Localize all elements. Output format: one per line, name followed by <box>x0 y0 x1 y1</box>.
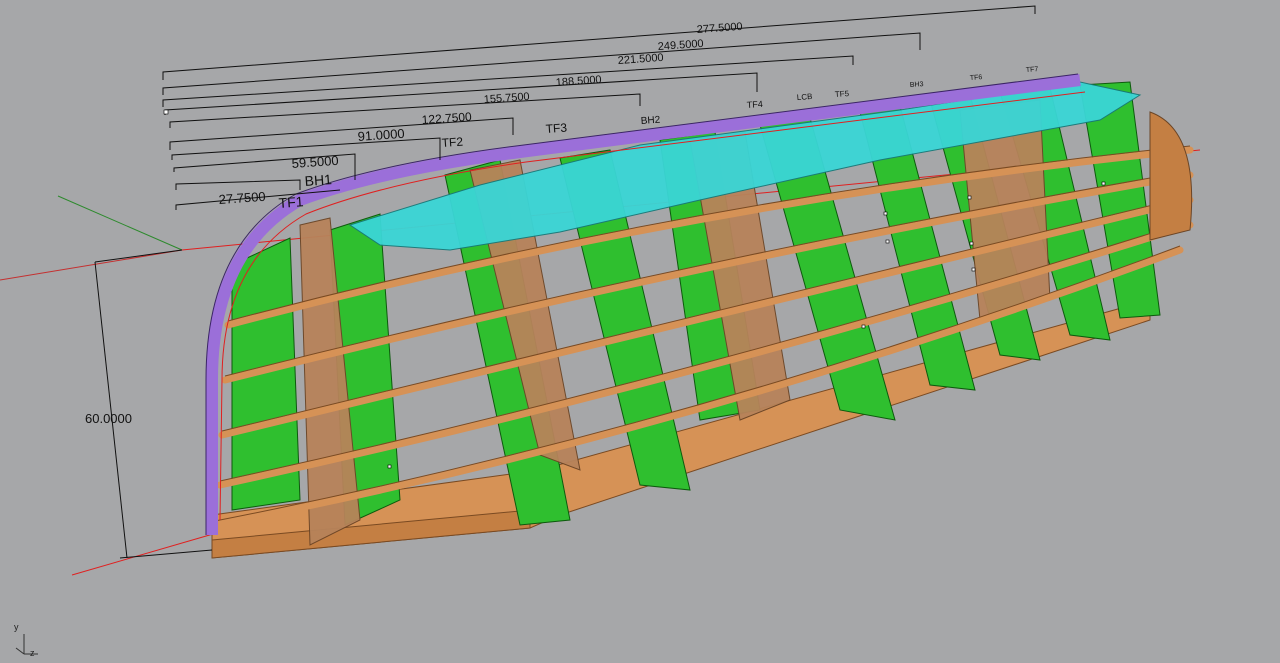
dim-249-5: 249.5000 <box>657 38 704 53</box>
label-tf2: TF2 <box>441 135 464 150</box>
y-axis-line <box>57 195 183 251</box>
label-tf1: TF1 <box>278 193 304 211</box>
x-axis-line <box>0 249 183 281</box>
label-bh2: BH2 <box>640 115 661 127</box>
label-bh3: BH3 <box>910 81 924 89</box>
dim-277-5: 277.5000 <box>696 21 743 36</box>
dim-height: 60.0000 <box>85 411 132 426</box>
dim-155-75: 155.7500 <box>483 91 530 106</box>
label-tf7: TF7 <box>1026 66 1039 74</box>
dim-91: 91.0000 <box>357 126 405 144</box>
axis-label-z: z <box>30 648 35 658</box>
height-dimension <box>94 249 213 559</box>
dim-59-5: 59.5000 <box>291 153 339 171</box>
dim-122-75: 122.7500 <box>421 110 472 127</box>
label-bh1: BH1 <box>304 171 332 189</box>
3d-viewport[interactable]: 277.5000 249.5000 221.5000 188.5000 155.… <box>0 0 1280 663</box>
dim-221-5: 221.5000 <box>617 52 664 67</box>
hull-model-scene: 277.5000 249.5000 221.5000 188.5000 155.… <box>0 5 1201 576</box>
label-lcb: LCB <box>797 92 813 102</box>
dim-188-5: 188.5000 <box>555 74 602 89</box>
label-tf5: TF5 <box>835 89 850 99</box>
label-tf3: TF3 <box>545 121 568 136</box>
label-tf4: TF4 <box>746 99 763 110</box>
dim-27-75: 27.7500 <box>218 189 266 207</box>
label-tf6: TF6 <box>970 74 983 82</box>
transom <box>1149 111 1193 241</box>
axis-orientation-widget: y z <box>8 620 42 660</box>
axis-label-y: y <box>14 622 19 632</box>
